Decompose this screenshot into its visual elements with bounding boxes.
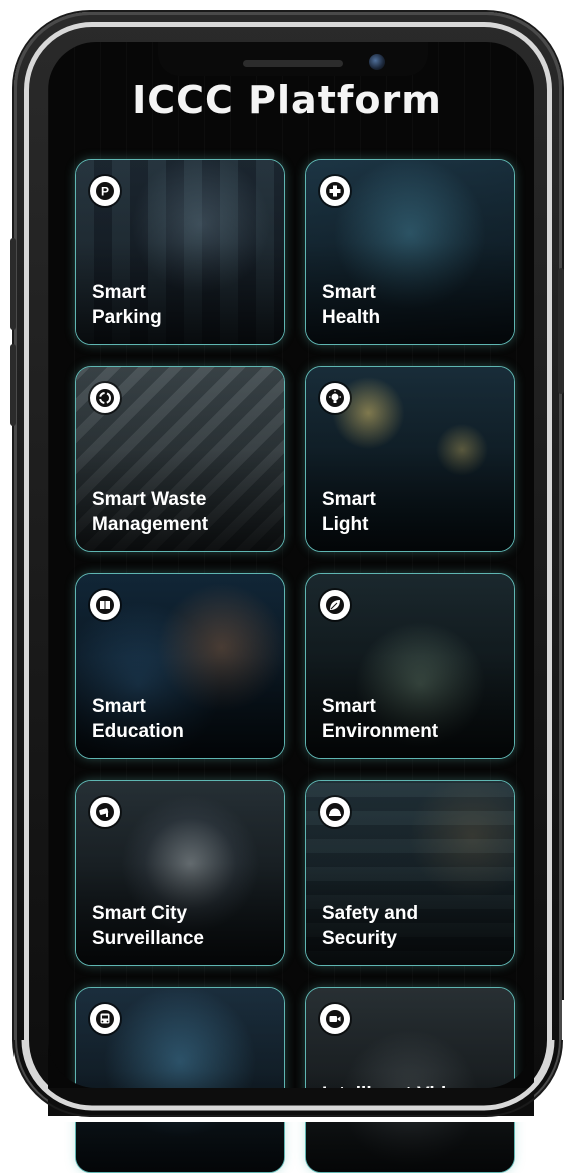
leaf-icon [320,590,350,620]
helmet-icon [320,797,350,827]
front-camera [369,54,385,70]
card-smart-education[interactable]: Smart Education [75,573,285,759]
card-smart-waste-management[interactable]: Smart Waste Management [75,366,285,552]
card-label: Smart Light [322,489,376,535]
page-title: ICCC Platform [132,78,442,122]
medical-cross-icon [320,176,350,206]
notch [158,42,428,76]
card-label: Smart Environment [322,696,439,742]
card-label: Smart Parking [92,282,162,328]
parking-icon: P [90,176,120,206]
card-label: Smart City Surveillance [92,903,204,949]
card-smart-transport[interactable] [75,987,285,1173]
svg-text:P: P [101,185,109,199]
volume-up-button [10,238,16,330]
card-label: Smart Education [92,696,184,742]
screen-bottom-mask [48,1088,534,1122]
card-label: Smart Health [322,282,381,328]
speaker-grille [243,60,343,67]
card-smart-city-surveillance[interactable]: Smart City Surveillance [75,780,285,966]
card-smart-parking[interactable]: P Smart Parking [75,159,285,345]
book-icon [90,590,120,620]
card-smart-environment[interactable]: Smart Environment [305,573,515,759]
power-button [558,268,564,394]
recycle-icon [90,383,120,413]
card-label: Smart Waste Management [92,489,209,535]
card-safety-and-security[interactable]: Safety and Security [305,780,515,966]
card-smart-light[interactable]: Smart Light [305,366,515,552]
card-intelligent-video[interactable]: Intelligent Video [305,987,515,1173]
card-smart-health[interactable]: Smart Health [305,159,515,345]
video-camera-icon [320,1004,350,1034]
lightbulb-icon [320,383,350,413]
volume-down-button [10,344,16,426]
cctv-camera-icon [90,797,120,827]
bus-icon [90,1004,120,1034]
card-label: Safety and Security [322,903,419,949]
